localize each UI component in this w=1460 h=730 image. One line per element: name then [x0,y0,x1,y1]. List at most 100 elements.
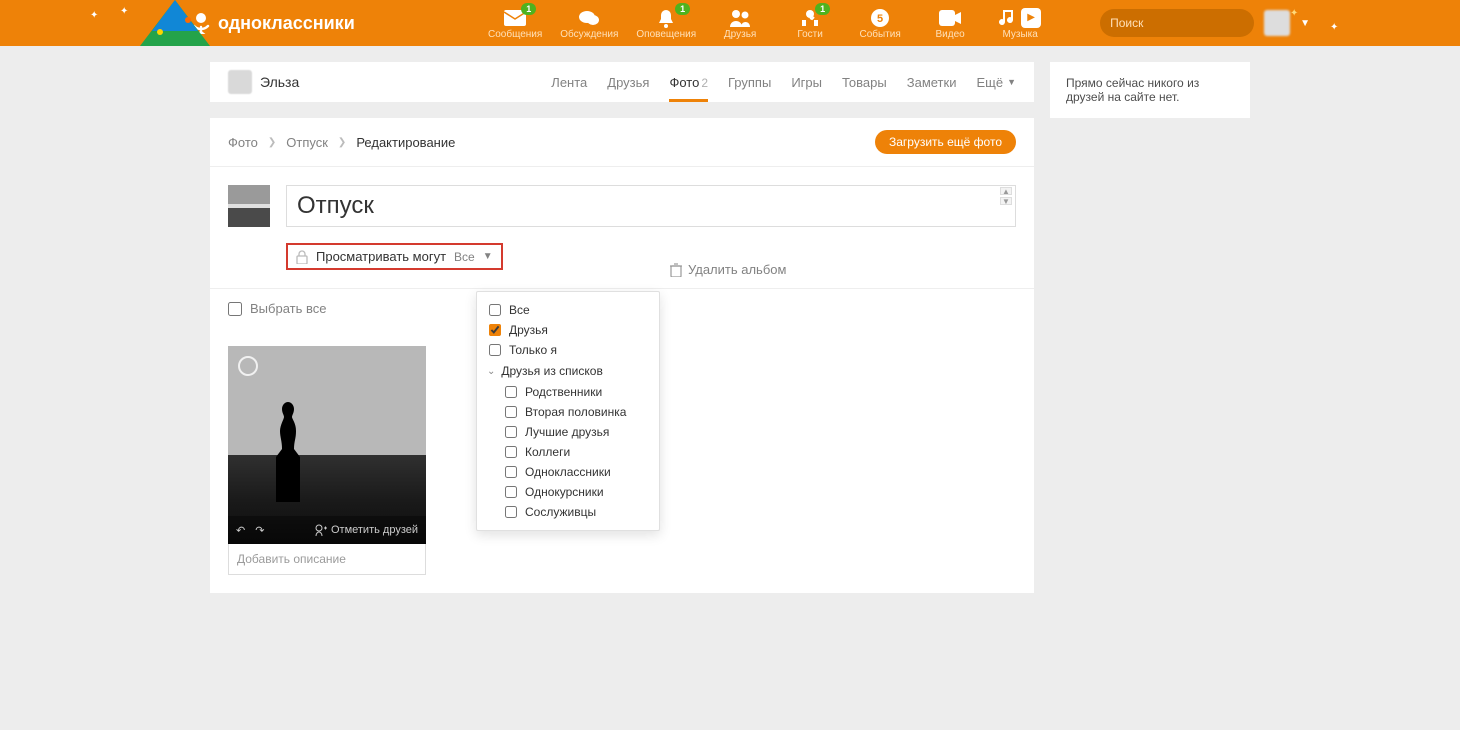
nav-guests[interactable]: 1 Гости [784,7,836,40]
nav-messages[interactable]: 1 Сообщения [488,7,542,40]
tab-notes[interactable]: Заметки [907,64,957,101]
search-input[interactable] [1110,16,1265,30]
opt-relatives[interactable]: Родственники [477,382,659,402]
nav-label: Сообщения [488,29,542,40]
svg-text:5: 5 [877,13,883,25]
album-cover-thumb[interactable] [228,185,270,227]
nav-music[interactable]: ▶ Музыка [994,7,1046,40]
crumb-album[interactable]: Отпуск [286,135,328,150]
photo-description-input[interactable] [229,544,425,574]
opt-checkbox[interactable] [505,426,517,438]
sparkle-icon: ✦ [120,6,128,17]
tab-feed[interactable]: Лента [551,64,587,101]
friends-online-panel: Прямо сейчас никого из друзей на сайте н… [1050,62,1250,118]
search-box[interactable] [1100,9,1254,37]
title-spinner: ▲ ▼ [1000,187,1012,205]
opt-label: Друзья [509,323,548,337]
more-label: Ещё [976,75,1003,90]
opt-lists-header[interactable]: ⌄ Друзья из списков [477,360,659,382]
sidebar-empty-text: Прямо сейчас никого из друзей на сайте н… [1066,76,1199,104]
opt-checkbox[interactable] [505,386,517,398]
nav-label: Видео [936,29,965,40]
upload-more-button[interactable]: Загрузить ещё фото [875,130,1016,154]
tab-photos[interactable]: Фото2 [669,64,708,101]
opt-checkbox[interactable] [505,486,517,498]
chevron-down-icon[interactable]: ▼ [1300,18,1310,29]
nav-label: Музыка [1002,29,1037,40]
crumb-photos[interactable]: Фото [228,135,258,150]
profile-header: Эльза Лента Друзья Фото2 Группы Игры Тов… [210,62,1034,102]
opt-bestfriends[interactable]: Лучшие друзья [477,422,659,442]
visibility-label: Просматривать могут [316,249,446,264]
tab-friends[interactable]: Друзья [607,64,649,101]
tab-groups[interactable]: Группы [728,64,771,101]
opt-onlyme-checkbox[interactable] [489,344,501,356]
opt-all[interactable]: Все [477,300,659,320]
delete-album-label: Удалить альбом [688,262,786,277]
opt-coworkers[interactable]: Сослуживцы [477,502,659,522]
opt-checkbox[interactable] [505,446,517,458]
spin-down[interactable]: ▼ [1000,197,1012,205]
site-logo[interactable]: одноклассники [190,12,355,34]
nav-friends[interactable]: Друзья [714,7,766,40]
opt-classmates[interactable]: Одноклассники [477,462,659,482]
friends-icon [728,7,752,29]
silhouette-icon [268,402,308,502]
crumb-current: Редактирование [356,135,455,150]
profile-name[interactable]: Эльза [260,74,299,90]
play-icon: ▶ [1021,8,1041,28]
topbar-right: ▼ [1100,9,1310,37]
nav-label: Гости [797,29,822,40]
nav-discussions[interactable]: Обсуждения [560,7,618,40]
opt-coursemates[interactable]: Однокурсники [477,482,659,502]
lock-icon [296,250,308,264]
nav-events[interactable]: 5 События [854,7,906,40]
tab-label: Фото [669,75,699,90]
tab-goods[interactable]: Товары [842,64,887,101]
user-avatar[interactable] [1264,10,1290,36]
spin-up[interactable]: ▲ [1000,187,1012,195]
opt-friends-checkbox[interactable] [489,324,501,336]
tag-icon[interactable]: Отметить друзей [315,524,418,536]
breadcrumb-sep: ❯ [268,137,276,148]
opt-colleagues[interactable]: Коллеги [477,442,659,462]
top-bar: ✦ ✦ ✦ ✦ одноклассники 1 Сообщения Обсужд… [0,0,1460,46]
brand-text: одноклассники [218,13,355,34]
photo-select-ring[interactable] [238,356,258,376]
rotate-right-icon[interactable]: ↷ [255,524,264,537]
tab-more[interactable]: Ещё ▼ [976,64,1016,101]
tag-friends-label: Отметить друзей [331,524,418,536]
opt-checkbox[interactable] [505,506,517,518]
main-panel: Эльза Лента Друзья Фото2 Группы Игры Тов… [210,62,1034,593]
rotate-left-icon[interactable]: ↶ [236,524,245,537]
opt-label: Коллеги [525,445,570,459]
select-all-checkbox[interactable] [228,302,242,316]
opt-partner[interactable]: Вторая половинка [477,402,659,422]
delete-album-link[interactable]: Удалить альбом [670,262,786,277]
visibility-value: Все [454,250,475,264]
opt-label: Вторая половинка [525,405,626,419]
opt-label: Друзья из списков [501,364,602,378]
tab-games[interactable]: Игры [791,64,822,101]
chevron-down-icon: ▼ [1007,77,1016,87]
opt-checkbox[interactable] [505,406,517,418]
photo-thumbnail[interactable]: ↶ ↷ Отметить друзей [228,346,426,544]
nav-notifications[interactable]: 1 Оповещения [636,7,696,40]
opt-friends[interactable]: Друзья [477,320,659,340]
visibility-toggle[interactable]: Просматривать могут Все ▼ [286,243,503,270]
nav-label: Обсуждения [560,29,618,40]
photo-toolbar: ↶ ↷ Отметить друзей [228,516,426,544]
profile-avatar[interactable] [228,70,252,94]
album-edit: ▲ ▼ Просматривать могут Все ▼ Удалить ал… [210,166,1034,288]
opt-label: Сослуживцы [525,505,596,519]
badge: 1 [521,3,536,15]
opt-onlyme[interactable]: Только я [477,340,659,360]
content: Эльза Лента Друзья Фото2 Группы Игры Тов… [0,46,1460,593]
trash-icon [670,263,682,277]
opt-all-checkbox[interactable] [489,304,501,316]
album-title-input[interactable] [286,185,1016,227]
top-nav: 1 Сообщения Обсуждения 1 Оповещения Друз… [488,7,1046,40]
opt-label: Лучшие друзья [525,425,609,439]
opt-checkbox[interactable] [505,466,517,478]
nav-video[interactable]: Видео [924,7,976,40]
